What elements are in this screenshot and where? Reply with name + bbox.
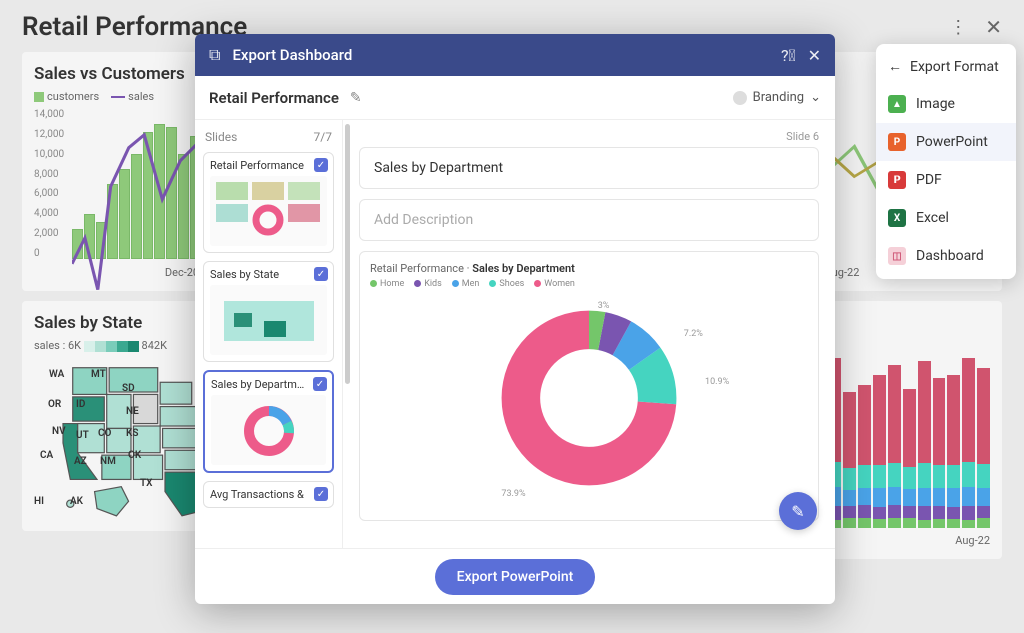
chevron-down-icon: ⌄ xyxy=(810,90,821,105)
chart-context: Retail Performance · xyxy=(370,262,470,275)
export-image[interactable]: ▲ Image xyxy=(876,85,1016,123)
menu-label: PDF xyxy=(916,172,942,188)
chart-preview: Retail Performance · Sales by Department… xyxy=(359,251,819,521)
slide-number: Slide 6 xyxy=(359,130,819,143)
slice-label-home: 3% xyxy=(598,301,610,311)
export-format-popover: ← Export Format ▲ Image P PowerPoint 𝗣 P… xyxy=(876,44,1016,279)
checkbox-checked-icon[interactable]: ✓ xyxy=(314,267,328,281)
slide-thumb[interactable]: Retail Performance ✓ xyxy=(203,152,334,253)
checkbox-checked-icon[interactable]: ✓ xyxy=(314,487,328,501)
chart-name: Sales by Department xyxy=(472,262,575,275)
powerpoint-icon: P xyxy=(888,133,906,151)
export-powerpoint-button[interactable]: Export PowerPoint xyxy=(435,559,596,595)
image-icon: ▲ xyxy=(888,95,906,113)
dashboard-name: Retail Performance xyxy=(209,89,339,107)
slide-thumb[interactable]: Avg Transactions & ✓ xyxy=(203,481,334,508)
export-dashboard-modal: ⧉ Export Dashboard ?⃝ ✕ Retail Performan… xyxy=(195,34,835,604)
slide-thumb-title: Sales by State xyxy=(210,268,310,281)
branding-dropdown[interactable]: Branding ⌄ xyxy=(733,90,821,105)
checkbox-checked-icon[interactable]: ✓ xyxy=(314,158,328,172)
export-excel[interactable]: X Excel xyxy=(876,199,1016,237)
edit-chart-fab[interactable]: ✎ xyxy=(779,492,817,530)
modal-header: ⧉ Export Dashboard ?⃝ ✕ xyxy=(195,34,835,76)
legend-sales: sales xyxy=(128,90,154,103)
more-icon[interactable]: ⋮ xyxy=(949,17,967,38)
checkbox-checked-icon[interactable]: ✓ xyxy=(313,377,327,391)
slide-editor: Slide 6 Sales by Department Add Descript… xyxy=(343,120,835,548)
slide-thumb-title: Sales by Departm… xyxy=(211,378,311,391)
brand-color-swatch xyxy=(733,91,747,105)
slide-thumb-title: Avg Transactions & xyxy=(210,488,310,501)
help-icon[interactable]: ?⃝ xyxy=(781,46,796,65)
slide-description-input[interactable]: Add Description xyxy=(359,199,819,241)
menu-label: Excel xyxy=(916,210,949,226)
dashboard-icon: ◫ xyxy=(888,247,906,265)
arrow-left-icon: ← xyxy=(888,58,902,75)
slice-label-men: 7.2% xyxy=(684,329,703,339)
export-powerpoint[interactable]: P PowerPoint xyxy=(876,123,1016,161)
export-pdf[interactable]: 𝗣 PDF xyxy=(876,161,1016,199)
popout-icon[interactable]: ⧉ xyxy=(209,45,220,65)
popover-title: Export Format xyxy=(910,59,999,75)
legend-kids: Kids xyxy=(424,279,442,289)
pdf-icon: 𝗣 xyxy=(888,171,906,189)
modal-subheader: Retail Performance ✎ Branding ⌄ xyxy=(195,76,835,120)
branding-label: Branding xyxy=(753,90,804,105)
close-icon[interactable]: ✕ xyxy=(808,46,821,65)
close-icon[interactable]: ✕ xyxy=(985,15,1002,39)
slide-thumb[interactable]: Sales by State ✓ xyxy=(203,261,334,362)
map-legend-min: 6K xyxy=(68,339,81,352)
legend-women: Women xyxy=(544,279,575,289)
edit-name-icon[interactable]: ✎ xyxy=(349,89,363,107)
popover-back[interactable]: ← Export Format xyxy=(876,48,1016,85)
donut-chart xyxy=(499,308,679,488)
export-dashboard[interactable]: ◫ Dashboard xyxy=(876,237,1016,275)
menu-label: Dashboard xyxy=(916,248,984,264)
slides-header: Slides xyxy=(205,130,237,144)
slice-label-shoes: 10.9% xyxy=(705,377,729,387)
legend-men: Men xyxy=(462,279,480,289)
slide-title-input[interactable]: Sales by Department xyxy=(359,147,819,189)
x-axis-label: Dec-20 xyxy=(165,266,199,279)
slide-thumb-title: Retail Performance xyxy=(210,159,310,172)
slides-count: 7/7 xyxy=(314,130,332,144)
menu-label: Image xyxy=(916,96,955,112)
modal-title: Export Dashboard xyxy=(232,46,769,64)
map-legend-label: sales : xyxy=(34,339,65,352)
slide-thumb[interactable]: Sales by Departm… ✓ xyxy=(203,370,334,473)
menu-label: PowerPoint xyxy=(916,134,988,150)
pencil-icon: ✎ xyxy=(791,502,804,521)
legend-home: Home xyxy=(380,279,404,289)
slice-label-women: 73.9% xyxy=(501,489,525,499)
map-legend-max: 842K xyxy=(142,339,167,352)
slides-panel: Slides 7/7 Retail Performance ✓ xyxy=(195,120,343,548)
legend-customers: customers xyxy=(47,90,99,103)
excel-icon: X xyxy=(888,209,906,227)
legend-shoes: Shoes xyxy=(499,279,524,289)
